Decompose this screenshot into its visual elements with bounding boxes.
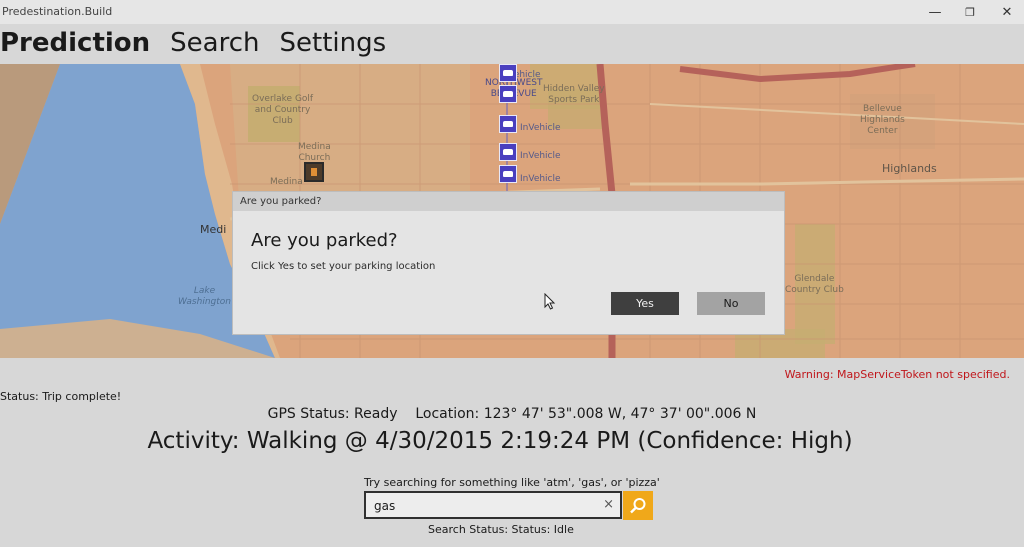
search-input[interactable]	[372, 496, 596, 516]
map-label-invehicle-2: InVehicle	[520, 151, 561, 161]
trip-status: Status: Trip complete!	[0, 390, 122, 403]
yes-button[interactable]: Yes	[611, 292, 679, 315]
map-label-medina-church: Medina Church	[298, 142, 331, 163]
no-button[interactable]: No	[697, 292, 765, 315]
map-label-medina-city: Medi	[200, 223, 227, 236]
map-label-bellevue-highlands: Bellevue Highlands Center	[860, 104, 905, 136]
title-bar: Predestination.Build — ❐ ✕	[0, 0, 1024, 24]
car-icon[interactable]	[499, 85, 517, 103]
tab-prediction[interactable]: Prediction	[0, 28, 150, 58]
search-box: ×	[364, 491, 622, 519]
gps-location: Location: 123° 47' 53".008 W, 47° 37' 00…	[415, 406, 757, 422]
close-button[interactable]: ✕	[990, 0, 1024, 24]
map-label-highlands: Highlands	[882, 162, 937, 175]
minimize-button[interactable]: —	[918, 0, 952, 24]
search-status: Search Status: Status: Idle	[428, 523, 574, 536]
dialog-title: Are you parked?	[233, 192, 784, 211]
map-token-warning: Warning: MapServiceToken not specified.	[784, 368, 1010, 381]
map-label-invehicle-3: InVehicle	[520, 174, 561, 184]
map-label-glendale: Glendale Country Club	[785, 274, 844, 295]
tab-settings[interactable]: Settings	[280, 28, 387, 58]
search-icon	[630, 497, 646, 513]
car-icon[interactable]	[499, 115, 517, 133]
top-nav: Prediction Search Settings	[0, 28, 406, 64]
map-label-lake-washington: Lake Washington	[178, 286, 231, 307]
car-icon[interactable]	[499, 165, 517, 183]
car-icon[interactable]	[499, 64, 517, 82]
tab-search[interactable]: Search	[170, 28, 259, 58]
parking-icon[interactable]	[304, 162, 324, 182]
search-button[interactable]	[623, 491, 653, 520]
clear-icon[interactable]: ×	[603, 497, 614, 512]
maximize-button[interactable]: ❐	[953, 0, 987, 24]
activity-text: Activity: Walking @ 4/30/2015 2:19:24 PM…	[147, 428, 853, 454]
dialog-heading: Are you parked?	[251, 230, 398, 251]
car-icon[interactable]	[499, 143, 517, 161]
map-label-medina-partial: Medina	[270, 177, 303, 187]
map-label-hidden-valley: Hidden Valley Sports Park	[543, 84, 605, 105]
search-hint: Try searching for something like 'atm', …	[364, 476, 660, 489]
gps-line: GPS Status: Ready Location: 123° 47' 53"…	[0, 406, 1024, 422]
window-title: Predestination.Build	[2, 5, 113, 18]
gps-status: GPS Status: Ready	[267, 406, 398, 422]
map-label-invehicle-1: InVehicle	[520, 123, 561, 133]
mouse-cursor-icon	[544, 293, 556, 310]
parked-dialog: Are you parked? Are you parked? Click Ye…	[233, 192, 784, 334]
dialog-message: Click Yes to set your parking location	[251, 261, 436, 272]
map-label-overlake: Overlake Golf and Country Club	[252, 94, 314, 126]
